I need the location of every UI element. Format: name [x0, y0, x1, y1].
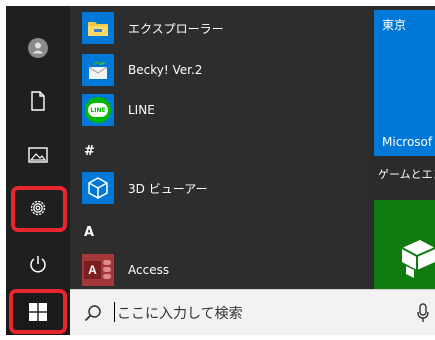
weather-tile-title: 東京 — [382, 18, 407, 32]
access-icon-letter: A — [84, 261, 101, 279]
app-item-line[interactable]: LINE LINE — [82, 92, 155, 128]
app-label: LINE — [128, 103, 155, 117]
picture-icon — [28, 147, 48, 163]
user-avatar-icon — [28, 38, 48, 58]
search-box[interactable]: ここに入力して検索 — [70, 289, 435, 335]
start-button-highlight — [9, 289, 67, 334]
line-icon: LINE — [82, 94, 114, 126]
becky-mail-icon — [82, 54, 114, 86]
search-icon — [84, 305, 101, 322]
app-label: Access — [128, 263, 170, 277]
app-item-becky[interactable]: Becky! Ver.2 — [82, 52, 202, 88]
power-icon — [30, 256, 46, 273]
search-placeholder: ここに入力して検索 — [117, 306, 243, 322]
microphone-icon[interactable] — [417, 303, 429, 323]
app-list: エクスプローラー Becky! Ver.2 LINE LINE # 3D ビュー… — [70, 6, 370, 289]
documents-button[interactable] — [6, 79, 70, 123]
pictures-button[interactable] — [6, 133, 70, 177]
tile-group-label: ゲームとエン — [378, 168, 435, 181]
app-item-access[interactable]: A Access — [82, 252, 169, 288]
start-menu-rail — [6, 6, 70, 289]
app-item-3d-viewer[interactable]: 3D ビューアー — [82, 170, 208, 206]
weather-tile-label: Microsof — [382, 135, 433, 149]
access-icon: A — [82, 254, 114, 286]
app-label: 3D ビューアー — [128, 181, 208, 196]
3d-viewer-icon — [82, 172, 114, 204]
tile-area: 東京 Microsof ゲームとエン — [370, 6, 435, 289]
taskbar: ここに入力して検索 — [6, 289, 435, 335]
weather-tile[interactable]: 東京 Microsof — [374, 10, 435, 156]
app-label: Becky! Ver.2 — [128, 63, 203, 77]
user-account-button[interactable] — [6, 26, 70, 70]
group-header-a[interactable]: A — [84, 225, 94, 240]
group-header-hash[interactable]: # — [84, 144, 95, 159]
file-explorer-icon — [82, 12, 114, 44]
app-item-explorer[interactable]: エクスプローラー — [82, 10, 224, 46]
text-caret — [114, 302, 115, 322]
xbox-icon — [401, 240, 435, 278]
power-button[interactable] — [6, 242, 70, 286]
line-icon-text: LINE — [88, 103, 108, 117]
document-icon — [31, 91, 45, 111]
xbox-tile[interactable] — [374, 200, 435, 289]
app-label: エクスプローラー — [128, 21, 224, 36]
settings-highlight — [11, 186, 67, 232]
